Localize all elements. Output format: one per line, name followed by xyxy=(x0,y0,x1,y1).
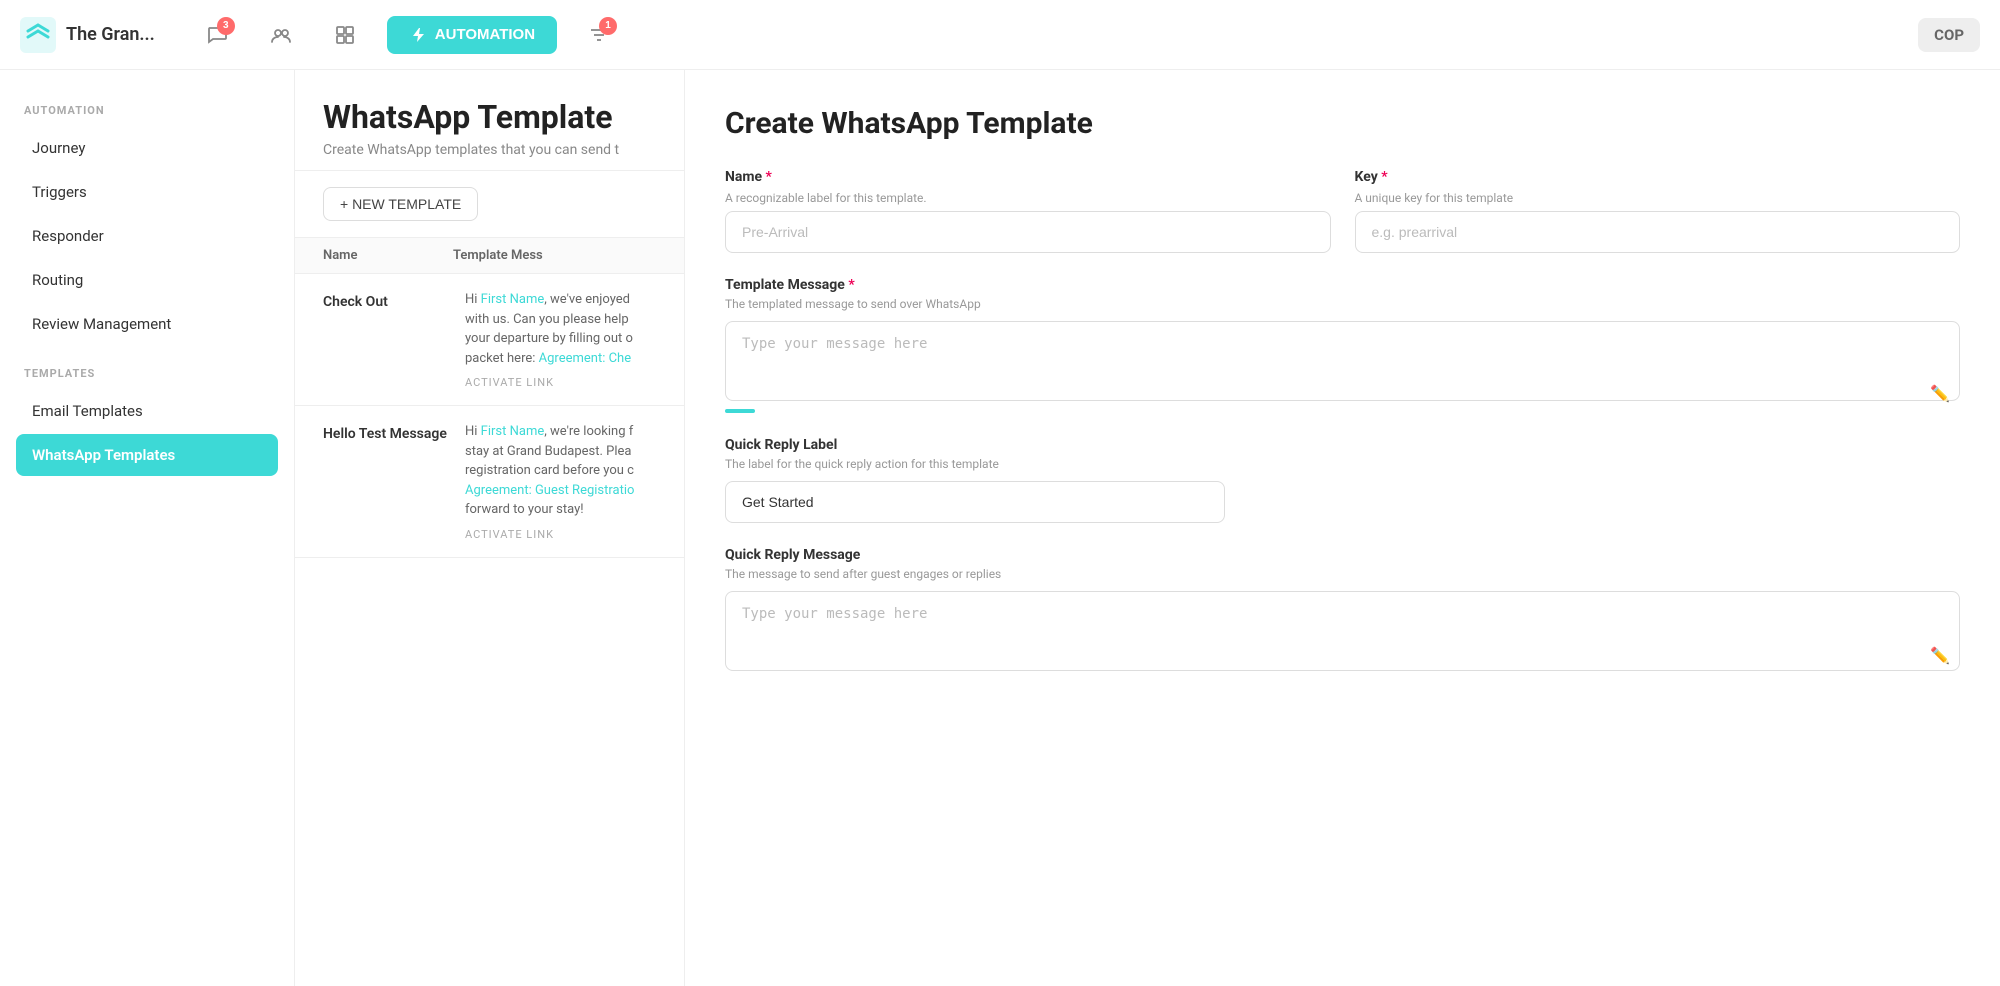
template-message-section: Template Message * The templated message… xyxy=(725,277,1960,413)
quick-reply-message-wrapper: ✏️ xyxy=(725,591,1960,675)
key-label: Key * xyxy=(1355,169,1961,185)
agreement-link-2: Agreement: Guest Registratio xyxy=(465,483,634,498)
templates-list: Check Out Hi First Name, we've enjoyed w… xyxy=(295,274,684,986)
create-form-title: Create WhatsApp Template xyxy=(725,106,1960,141)
template-name: Hello Test Message xyxy=(323,422,453,541)
sidebar-item-responder[interactable]: Responder xyxy=(16,215,278,257)
cop-badge: COP xyxy=(1918,18,1980,52)
first-name-link: First Name xyxy=(481,292,545,307)
template-content: Hi First Name, we're looking f stay at G… xyxy=(465,422,656,541)
templates-title: WhatsApp Template xyxy=(323,98,656,136)
quick-reply-label-section: Quick Reply Label The label for the quic… xyxy=(725,437,1960,523)
logo-icon xyxy=(20,17,56,53)
quick-reply-message-heading: Quick Reply Message xyxy=(725,547,1960,563)
name-label: Name * xyxy=(725,169,1331,185)
grid-icon xyxy=(334,24,356,46)
top-navigation: The Gran... 3 AUTOMATION xyxy=(0,0,2000,70)
group-icon xyxy=(270,24,292,46)
templates-subtitle: Create WhatsApp templates that you can s… xyxy=(323,142,656,158)
templates-section-title: TEMPLATES xyxy=(16,367,278,380)
col-header-message: Template Mess xyxy=(453,248,656,263)
create-form-panel: Create WhatsApp Template Name * A recogn… xyxy=(685,70,2000,986)
templates-list-panel: WhatsApp Template Create WhatsApp templa… xyxy=(295,70,685,986)
first-name-link-2: First Name xyxy=(481,424,545,439)
agreement-link: Agreement: Che xyxy=(539,351,631,366)
chat-nav-button[interactable]: 3 xyxy=(195,13,239,57)
templates-header: WhatsApp Template Create WhatsApp templa… xyxy=(295,70,684,171)
quick-reply-message-textarea[interactable] xyxy=(725,591,1960,671)
logo-area: The Gran... xyxy=(20,17,155,53)
sidebar-item-journey[interactable]: Journey xyxy=(16,127,278,169)
template-name: Check Out xyxy=(323,290,453,389)
key-required: * xyxy=(1381,169,1387,185)
template-message-textarea[interactable] xyxy=(725,321,1960,401)
name-required: * xyxy=(766,169,772,185)
sidebar-item-email-templates[interactable]: Email Templates xyxy=(16,390,278,432)
new-template-button[interactable]: + NEW TEMPLATE xyxy=(323,187,478,221)
activate-link-2: ACTIVATE LINK xyxy=(465,528,656,541)
main-content: AUTOMATION Journey Triggers Responder Ro… xyxy=(0,70,2000,986)
automation-btn-label: AUTOMATION xyxy=(435,26,535,43)
name-hint: A recognizable label for this template. xyxy=(725,191,1331,205)
template-message-wrapper: ✏️ Mini Apps › Customer › Reservatio xyxy=(725,321,1960,413)
app-name: The Gran... xyxy=(66,24,155,45)
templates-table-header: Name Template Mess xyxy=(295,238,684,274)
key-input[interactable] xyxy=(1355,211,1961,253)
edit-icon: ✏️ xyxy=(1930,384,1950,403)
template-content: Hi First Name, we've enjoyed with us. Ca… xyxy=(465,290,656,389)
automation-nav-button[interactable]: AUTOMATION xyxy=(387,16,557,54)
name-form-group: Name * A recognizable label for this tem… xyxy=(725,169,1331,253)
lightning-icon xyxy=(409,26,427,44)
chat-badge: 3 xyxy=(217,17,235,35)
templates-toolbar: + NEW TEMPLATE xyxy=(295,171,684,238)
quick-reply-message-section: Quick Reply Message The message to send … xyxy=(725,547,1960,675)
automation-section-title: AUTOMATION xyxy=(16,104,278,117)
name-key-row: Name * A recognizable label for this tem… xyxy=(725,169,1960,253)
template-message-label: Template Message * xyxy=(725,277,1960,293)
table-row[interactable]: Hello Test Message Hi First Name, we're … xyxy=(295,406,684,558)
sidebar-item-triggers[interactable]: Triggers xyxy=(16,171,278,213)
sidebar: AUTOMATION Journey Triggers Responder Ro… xyxy=(0,70,295,986)
quick-reply-label-input[interactable] xyxy=(725,481,1225,523)
sidebar-item-whatsapp-templates[interactable]: WhatsApp Templates xyxy=(16,434,278,476)
template-message-text: Hi First Name, we're looking f stay at G… xyxy=(465,422,656,520)
table-row[interactable]: Check Out Hi First Name, we've enjoyed w… xyxy=(295,274,684,406)
key-hint: A unique key for this template xyxy=(1355,191,1961,205)
textarea-progress-bar xyxy=(725,409,755,413)
activate-link: ACTIVATE LINK xyxy=(465,376,656,389)
name-input[interactable] xyxy=(725,211,1331,253)
template-message-hint: The templated message to send over Whats… xyxy=(725,297,1960,311)
edit-icon-2: ✏️ xyxy=(1930,646,1950,665)
quick-reply-label-hint: The label for the quick reply action for… xyxy=(725,457,1960,471)
filter-badge: 1 xyxy=(599,17,617,35)
grid-nav-button[interactable] xyxy=(323,13,367,57)
template-message-required: * xyxy=(848,277,854,293)
filter-nav-button[interactable]: 1 xyxy=(577,13,621,57)
sidebar-item-routing[interactable]: Routing xyxy=(16,259,278,301)
group-nav-button[interactable] xyxy=(259,13,303,57)
quick-reply-message-hint: The message to send after guest engages … xyxy=(725,567,1960,581)
col-header-name: Name xyxy=(323,248,453,263)
key-form-group: Key * A unique key for this template xyxy=(1355,169,1961,253)
quick-reply-label-heading: Quick Reply Label xyxy=(725,437,1960,453)
template-message-text: Hi First Name, we've enjoyed with us. Ca… xyxy=(465,290,656,368)
sidebar-item-review-management[interactable]: Review Management xyxy=(16,303,278,345)
